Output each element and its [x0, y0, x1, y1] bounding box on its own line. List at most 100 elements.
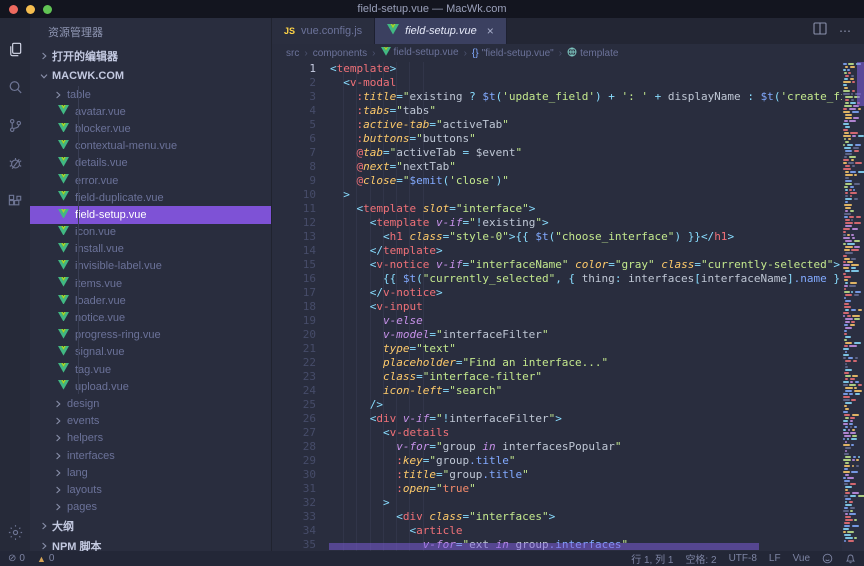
code-line[interactable]: @close="$emit('close')": [330, 174, 842, 188]
code-line[interactable]: v-model="interfaceFilter": [330, 328, 842, 342]
sidebar-item-field-duplicate-vue[interactable]: field-duplicate.vue: [30, 189, 271, 206]
close-tab-icon[interactable]: ×: [487, 25, 494, 37]
breadcrumb-item-fieldsetupvue[interactable]: field-setup.vue: [381, 47, 459, 59]
code-line[interactable]: <article: [330, 524, 842, 538]
more-actions-icon[interactable]: ⋯: [839, 24, 852, 38]
status-indentation[interactable]: 空格: 2: [685, 551, 716, 566]
breadcrumb-item-template[interactable]: template: [567, 47, 618, 60]
code-line[interactable]: :open="true": [330, 482, 842, 496]
code-line[interactable]: <v-details: [330, 426, 842, 440]
outline-section[interactable]: 大纲: [30, 516, 271, 536]
code-line[interactable]: </template>: [330, 244, 842, 258]
sidebar-item-pages[interactable]: pages: [30, 499, 271, 516]
sidebar-item-contextual-menu-vue[interactable]: contextual-menu.vue: [30, 138, 271, 155]
search-icon[interactable]: [0, 68, 30, 106]
code-line[interactable]: type="text": [330, 342, 842, 356]
status-cursor-position[interactable]: 行 1, 列 1: [631, 551, 673, 566]
minimap-mark: [844, 306, 851, 308]
npm-scripts-section[interactable]: NPM 脚本: [30, 536, 271, 551]
sidebar-item-events[interactable]: events: [30, 413, 271, 430]
sidebar-item-field-setup-vue[interactable]: field-setup.vue: [30, 206, 271, 223]
sidebar-item-invisible-label-vue[interactable]: invisible-label.vue: [30, 258, 271, 275]
code-line[interactable]: @next="nextTab": [330, 160, 842, 174]
code-line[interactable]: icon-left="search": [330, 384, 842, 398]
sidebar-item-notice-vue[interactable]: notice.vue: [30, 309, 271, 326]
tab-field-setup-vue[interactable]: field-setup.vue ×: [375, 18, 507, 44]
code-line[interactable]: :title="existing ? $t('update_field') + …: [330, 90, 842, 104]
open-editors-section[interactable]: 打开的编辑器: [30, 46, 271, 66]
sidebar-item-loader-vue[interactable]: loader.vue: [30, 292, 271, 309]
code-line[interactable]: <div v-if="!interfaceFilter">: [330, 412, 842, 426]
breadcrumb-item-fieldsetupvue[interactable]: {}"field-setup.vue": [472, 48, 554, 59]
code-line[interactable]: </v-notice>: [330, 286, 842, 300]
code-line[interactable]: <v-notice v-if="interfaceName" color="gr…: [330, 258, 842, 272]
code-line[interactable]: >: [330, 188, 842, 202]
code-line[interactable]: <template v-if="!existing">: [330, 216, 842, 230]
code-line[interactable]: <template slot="interface">: [330, 202, 842, 216]
feedback-smiley-icon[interactable]: [822, 553, 833, 564]
code-line[interactable]: v-else: [330, 314, 842, 328]
sidebar-item-upload-vue[interactable]: upload.vue: [30, 378, 271, 395]
code-line[interactable]: <template>: [330, 62, 842, 76]
sidebar-item-items-vue[interactable]: items.vue: [30, 275, 271, 292]
code-line[interactable]: v-for="group in interfacesPopular": [330, 440, 842, 454]
sidebar-item-blocker-vue[interactable]: blocker.vue: [30, 120, 271, 137]
sidebar-item-progress-ring-vue[interactable]: progress-ring.vue: [30, 327, 271, 344]
split-editor-icon[interactable]: [813, 22, 827, 40]
code-line[interactable]: placeholder="Find an interface...": [330, 356, 842, 370]
zoom-window-button[interactable]: [43, 5, 52, 14]
status-language-mode[interactable]: Vue: [793, 553, 810, 564]
status-encoding[interactable]: UTF-8: [729, 553, 757, 564]
explorer-icon[interactable]: [0, 30, 30, 68]
sidebar-item-interfaces[interactable]: interfaces: [30, 447, 271, 464]
source-control-icon[interactable]: [0, 106, 30, 144]
code-line[interactable]: />: [330, 398, 842, 412]
workspace-section[interactable]: MACWK.COM: [30, 66, 271, 86]
horizontal-scrollbar[interactable]: [329, 543, 759, 550]
extensions-icon[interactable]: [0, 182, 30, 220]
close-window-button[interactable]: [9, 5, 18, 14]
sidebar-item-icon-vue[interactable]: icon.vue: [30, 224, 271, 241]
code-editor[interactable]: 1234567891011121314151617181920212223242…: [272, 62, 864, 551]
sidebar-item-signal-vue[interactable]: signal.vue: [30, 344, 271, 361]
code-line[interactable]: >: [330, 496, 842, 510]
minimap-mark: [844, 330, 847, 332]
code-line[interactable]: {{ $t("currently_selected", { thing: int…: [330, 272, 842, 286]
breadcrumb-item-src[interactable]: src: [286, 48, 299, 59]
code-line[interactable]: <h1 class="style-0">{{ $t("choose_interf…: [330, 230, 842, 244]
sidebar-item-avatar-vue[interactable]: avatar.vue: [30, 103, 271, 120]
code-line[interactable]: @tab="activeTab = $event": [330, 146, 842, 160]
sidebar-item-helpers[interactable]: helpers: [30, 430, 271, 447]
minimize-window-button[interactable]: [26, 5, 35, 14]
sidebar-item-error-vue[interactable]: error.vue: [30, 172, 271, 189]
code-line[interactable]: <v-modal: [330, 76, 842, 90]
breadcrumb-item-components[interactable]: components: [313, 48, 367, 59]
code-line[interactable]: :tabs="tabs": [330, 104, 842, 118]
vertical-scrollbar[interactable]: [857, 62, 864, 106]
code-line[interactable]: :buttons="buttons": [330, 132, 842, 146]
code-line[interactable]: :title="group.title": [330, 468, 842, 482]
minimap-mark: [854, 294, 859, 296]
code-line[interactable]: :active-tab="activeTab": [330, 118, 842, 132]
minimap[interactable]: [842, 62, 864, 551]
tab-vue-config-js[interactable]: JS vue.config.js: [272, 18, 375, 44]
code-area[interactable]: <template> <v-modal :title="existing ? $…: [316, 62, 842, 551]
code-line[interactable]: :key="group.title": [330, 454, 842, 468]
code-line[interactable]: <div class="interfaces">: [330, 510, 842, 524]
problems-status[interactable]: ⊘ 0 ▲ 0: [8, 553, 54, 564]
sidebar-item-lang[interactable]: lang: [30, 464, 271, 481]
sidebar-item-layouts[interactable]: layouts: [30, 481, 271, 498]
sidebar-item-table[interactable]: table: [30, 86, 271, 103]
sidebar-item-design[interactable]: design: [30, 395, 271, 412]
sidebar-item-install-vue[interactable]: install.vue: [30, 241, 271, 258]
status-eol[interactable]: LF: [769, 553, 781, 564]
sidebar-item-tag-vue[interactable]: tag.vue: [30, 361, 271, 378]
settings-gear-icon[interactable]: [0, 513, 30, 551]
notifications-bell-icon[interactable]: [845, 553, 856, 564]
code-line[interactable]: <v-input: [330, 300, 842, 314]
debug-icon[interactable]: [0, 144, 30, 182]
chevron-right-icon: [54, 417, 62, 425]
line-number: 12: [272, 216, 316, 230]
code-line[interactable]: class="interface-filter": [330, 370, 842, 384]
sidebar-item-details-vue[interactable]: details.vue: [30, 155, 271, 172]
